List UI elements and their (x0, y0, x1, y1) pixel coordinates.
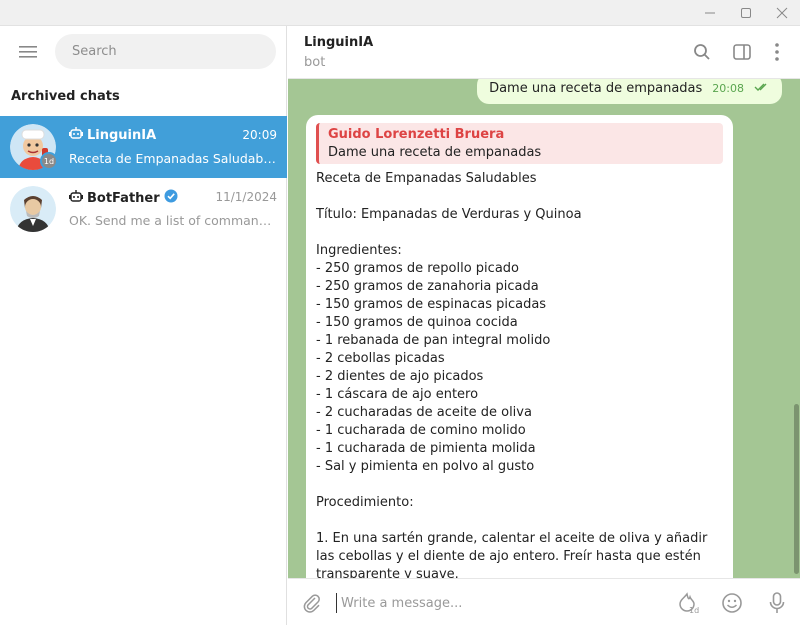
close-icon[interactable] (764, 0, 800, 26)
sidebar-panel-icon[interactable] (730, 40, 754, 64)
chat-subtitle: bot (304, 55, 326, 70)
chat-title[interactable]: LinguinIA (304, 35, 373, 50)
chat-preview: OK. Send me a list of commands f... (69, 213, 279, 228)
reply-quote[interactable]: Guido Lorenzetti Bruera Dame una receta … (316, 123, 723, 164)
chat-name: LinguinIA (69, 127, 156, 143)
search-placeholder: Search (72, 44, 117, 59)
chat-time: 11/1/2024 (215, 190, 277, 204)
message-time: 20:08 (712, 82, 744, 95)
conversation-panel: LinguinIA bot Dame una receta de empanad… (288, 26, 800, 625)
message-text: Receta de Empanadas Saludables Título: E… (316, 171, 708, 578)
chat-name: BotFather (69, 189, 178, 207)
microphone-icon[interactable] (765, 591, 789, 615)
chat-preview: Receta de Empanadas Saludables... (69, 151, 279, 166)
menu-icon[interactable] (12, 38, 44, 66)
chat-name-label: BotFather (87, 190, 160, 206)
message-area[interactable]: Dame una receta de empanadas 20:08 Guido… (288, 79, 800, 578)
chat-item-botfather[interactable]: BotFather 11/1/2024 OK. Send me a list o… (0, 178, 287, 240)
chat-list-panel: Search Archived chats 1d LinguinIA 20:09… (0, 26, 287, 625)
bot-icon (69, 127, 83, 143)
timer-icon[interactable]: 1d (675, 591, 699, 615)
chat-time: 20:09 (242, 128, 277, 142)
maximize-icon[interactable] (728, 0, 764, 26)
verified-icon (164, 189, 178, 207)
outgoing-message[interactable]: Dame una receta de empanadas 20:08 (477, 79, 782, 104)
scrollbar[interactable] (794, 84, 799, 574)
bot-icon (69, 190, 83, 206)
minimize-icon[interactable] (692, 0, 728, 26)
scrollbar-thumb[interactable] (794, 404, 799, 574)
section-title: Archived chats (11, 89, 120, 104)
emoji-icon[interactable] (720, 591, 744, 615)
avatar (10, 186, 56, 232)
double-check-icon (754, 81, 770, 96)
more-vertical-icon[interactable] (765, 40, 789, 64)
timer-badge: 1d (40, 152, 58, 170)
search-input[interactable]: Search (55, 34, 276, 69)
message-text: Dame una receta de empanadas (489, 81, 703, 96)
reply-author: Guido Lorenzetti Bruera (328, 127, 505, 142)
message-composer: 1d (288, 578, 800, 625)
attach-icon[interactable] (300, 591, 324, 615)
search-icon[interactable] (690, 40, 714, 64)
chat-item-linguinia[interactable]: 1d LinguinIA 20:09 Receta de Empanadas S… (0, 116, 287, 178)
incoming-message[interactable]: Guido Lorenzetti Bruera Dame una receta … (306, 115, 733, 578)
chat-header: LinguinIA bot (288, 26, 800, 79)
message-input[interactable] (336, 593, 656, 613)
reply-text: Dame una receta de empanadas (328, 145, 542, 160)
timer-label: 1d (689, 606, 699, 615)
window-title-bar (0, 0, 800, 26)
chat-name-label: LinguinIA (87, 127, 157, 143)
